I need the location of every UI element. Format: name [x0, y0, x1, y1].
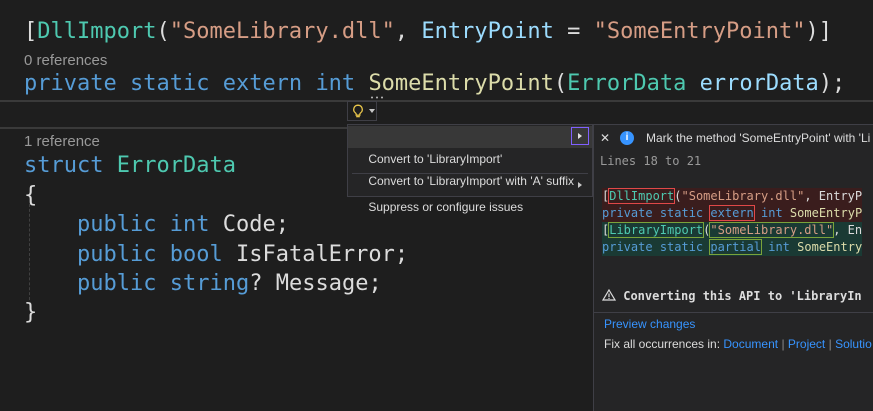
chevron-right-icon [578, 182, 582, 188]
keyword: int [761, 206, 783, 220]
code-rest: SomeEntry [797, 240, 863, 254]
semicolon: ; [368, 271, 382, 296]
preview-changes-link[interactable]: Preview changes [604, 317, 695, 331]
type-keyword: string [169, 271, 250, 296]
keyword: static [129, 71, 210, 96]
paren: ( [156, 19, 170, 44]
code-rest: , En [833, 223, 863, 237]
line-highlight-top [0, 100, 873, 102]
library-string: "SomeLibrary.dll" [709, 222, 835, 238]
diff-removed-line: private static extern int SomeEntryP [602, 205, 863, 222]
keyword: extern [222, 71, 303, 96]
keyword: public [77, 212, 157, 237]
codelens-references[interactable]: 1 reference [24, 133, 100, 150]
paren: ( [553, 71, 568, 96]
brace-close: } [24, 300, 38, 325]
paren-close: ); [818, 71, 846, 96]
keyword: private [602, 206, 653, 220]
lightbulb-icon [353, 104, 363, 118]
param-type: ErrorData [567, 71, 687, 96]
preview-title: Mark the method 'SomeEntryPoint' with 'L… [646, 131, 871, 145]
type-keyword: int [169, 212, 210, 237]
warning-icon [602, 289, 616, 301]
close-bracket: )] [805, 19, 833, 44]
menu-item-convert-libraryimport[interactable]: Convert to 'LibraryImport' [348, 126, 592, 166]
nullable-mark: ? [249, 271, 263, 296]
preview-pane: ✕ i Mark the method 'SomeEntryPoint' wit… [593, 124, 873, 411]
diff-added-line: [LibraryImport("SomeLibrary.dll", En [602, 222, 863, 239]
quick-actions-button[interactable] [347, 101, 377, 121]
entrypoint-string: "SomeEntryPoint" [593, 19, 806, 44]
keyword: public [77, 271, 157, 296]
param-name: errorData [699, 71, 819, 96]
warning-text: Converting this API to 'LibraryIn [623, 289, 862, 303]
quick-actions-menu: Convert to 'LibraryImport' Convert to 'L… [347, 124, 593, 214]
fix-all-project-link[interactable]: Project [788, 337, 825, 351]
field-name: Code [222, 212, 276, 237]
keyword: int [315, 71, 356, 96]
menu-item-suppress-configure[interactable]: Suppress or configure issues [348, 174, 592, 214]
diff-removed-line: [DllImport("SomeLibrary.dll", EntryP [602, 188, 863, 205]
chevron-down-icon [369, 109, 375, 113]
code-line-method[interactable]: private static extern int SomeEntryPoint… [24, 71, 845, 97]
struct-name: ErrorData [116, 153, 236, 178]
keyword: private [602, 240, 653, 254]
diagnostic-dots [371, 96, 383, 99]
attribute-name: DllImport [608, 188, 676, 204]
codelens-references[interactable]: 0 references [24, 52, 107, 69]
menu-item-label: Suppress or configure issues [368, 200, 524, 214]
info-icon: i [620, 131, 634, 145]
library-string: "SomeLibrary.dll" [681, 189, 805, 203]
field-name: IsFatalError [235, 242, 395, 267]
keyword: static [659, 240, 704, 254]
type-keyword: bool [169, 242, 223, 267]
keyword: private [24, 71, 117, 96]
paren: ( [674, 189, 682, 203]
preview-line-range: Lines 18 to 21 [600, 154, 702, 168]
keyword-partial: partial [709, 239, 762, 255]
indent-guide [29, 204, 30, 300]
keyword: struct [24, 153, 104, 178]
menu-item-convert-libraryimport-a-suffix[interactable]: Convert to 'LibraryImport' with 'A' suff… [348, 148, 592, 188]
bracket: [ [24, 19, 38, 44]
fix-all-solution-link[interactable]: Solutio [835, 337, 872, 351]
submenu-chevron-icon[interactable] [571, 127, 589, 145]
keyword-extern: extern [709, 205, 755, 221]
entrypoint-key: EntryPoint [421, 19, 554, 44]
brace-open: { [24, 183, 38, 208]
semicolon: ; [394, 242, 409, 267]
code-line-field[interactable]: public string? Message; [77, 271, 382, 297]
field-name: Message [275, 271, 369, 296]
attribute-name: LibraryImport [608, 222, 705, 238]
equals: = [553, 19, 594, 44]
fix-all-label: Fix all occurrences in: [604, 337, 721, 351]
warning-message: Converting this API to 'LibraryIn [602, 289, 862, 303]
keyword: static [659, 206, 704, 220]
code-line-dllimport[interactable]: [DllImport("SomeLibrary.dll", EntryPoint… [24, 19, 832, 45]
fix-all-document-link[interactable]: Document [723, 337, 778, 351]
code-line-field[interactable]: public int Code; [77, 212, 289, 238]
keyword: public [77, 242, 157, 267]
comma: , [394, 19, 422, 44]
preview-header: ✕ i Mark the method 'SomeEntryPoint' wit… [594, 125, 873, 151]
keyword: int [768, 240, 790, 254]
method-name: SomeEntryPoint [368, 71, 554, 96]
attribute-name: DllImport [37, 19, 157, 44]
preview-divider [594, 312, 873, 313]
code-rest: , EntryP [804, 189, 863, 203]
code-rest: SomeEntryP [789, 206, 863, 220]
diff-added-line: private static partial int SomeEntry [602, 239, 863, 256]
fix-all-row: Fix all occurrences in: Document | Proje… [604, 337, 872, 351]
semicolon: ; [275, 212, 289, 237]
code-line-struct[interactable]: struct ErrorData [24, 153, 236, 179]
library-string: "SomeLibrary.dll" [169, 19, 395, 44]
close-icon[interactable]: ✕ [600, 132, 610, 144]
